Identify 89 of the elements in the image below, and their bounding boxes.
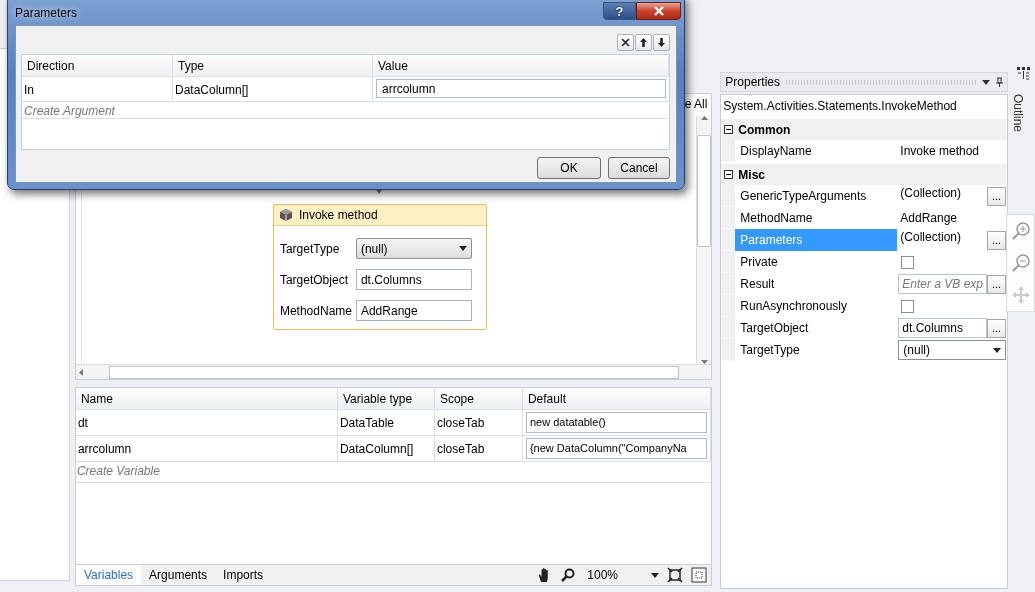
cancel-button[interactable]: Cancel: [608, 157, 670, 179]
category-header: Misc: [738, 167, 765, 182]
caret-icon: [993, 347, 1002, 353]
ellipsis-button[interactable]: ...: [987, 318, 1007, 338]
toolbar-link[interactable]: e All: [684, 97, 708, 111]
column-header: Default: [522, 388, 712, 410]
zoom-out-icon[interactable]: [1010, 253, 1031, 273]
activity-title: Invoke method: [298, 208, 378, 222]
property-name[interactable]: GenericTypeArguments: [735, 185, 898, 207]
caret-icon: [458, 246, 467, 251]
table-cell: DataColumn[]: [173, 77, 373, 101]
panel-title: Properties: [725, 75, 780, 89]
field-label: TargetType: [279, 241, 341, 256]
horizontal-scrollbar[interactable]: [75, 364, 712, 379]
text-field[interactable]: dt.Columns: [898, 318, 988, 338]
property-name[interactable]: Result: [735, 273, 898, 295]
collapse-icon[interactable]: [724, 125, 734, 134]
column-header: Variable type: [337, 388, 435, 410]
create-variable-link[interactable]: Create Variable: [75, 462, 712, 483]
property-value: Invoke method: [899, 144, 981, 158]
dropdown[interactable]: (null): [898, 340, 1007, 360]
table-cell: closeTab: [434, 410, 523, 436]
property-name[interactable]: MethodName: [735, 207, 898, 229]
ellipsis-button[interactable]: ...: [987, 274, 1007, 294]
default-field[interactable]: {new DataColumn("CompanyNa: [525, 438, 708, 459]
property-name[interactable]: TargetObject: [735, 317, 898, 339]
table-cell: In: [22, 77, 173, 101]
dropdown[interactable]: (null): [355, 238, 472, 259]
table-cell: arrcolumn: [75, 436, 338, 462]
ok-button[interactable]: OK: [537, 157, 601, 179]
property-value: (Collection): [899, 229, 962, 244]
table-cell: DataTable: [337, 410, 435, 436]
default-field[interactable]: new datatable(): [525, 412, 708, 433]
column-header: Direction: [22, 55, 173, 77]
down-arrow-icon: [700, 360, 708, 364]
move-up-button[interactable]: [635, 34, 652, 51]
property-value: (Collection): [899, 185, 962, 200]
column-header: Name: [75, 388, 338, 410]
tab[interactable]: Variables: [75, 565, 142, 585]
text-field[interactable]: AddRange: [355, 300, 472, 321]
close-button[interactable]: [636, 2, 681, 20]
zoom-level[interactable]: 100%: [583, 568, 644, 582]
expression-field[interactable]: Enter a VB exp: [898, 274, 988, 294]
column-header: Type: [173, 55, 373, 77]
close-icon: [620, 37, 631, 48]
delete-button[interactable]: [617, 34, 634, 51]
text-field[interactable]: dt.Columns: [355, 269, 472, 290]
window-title: Parameters: [15, 6, 78, 20]
down-arrow-icon: [657, 37, 666, 48]
caret-icon[interactable]: [651, 572, 660, 578]
help-button[interactable]: ?: [603, 2, 636, 20]
checkbox[interactable]: [901, 299, 915, 313]
column-header: Value: [373, 55, 669, 77]
property-name[interactable]: Private: [735, 251, 898, 273]
move-down-button[interactable]: [653, 34, 670, 51]
left-arrow-icon: [78, 368, 83, 376]
caret-icon[interactable]: [982, 79, 991, 85]
magnifier-icon[interactable]: [561, 568, 576, 582]
property-name[interactable]: TargetType: [735, 339, 898, 361]
checkbox[interactable]: [901, 255, 915, 269]
value-field[interactable]: arrcolumn: [376, 79, 666, 98]
vertical-scrollbar[interactable]: [696, 116, 712, 364]
outline-icon[interactable]: [1016, 66, 1031, 80]
pin-icon[interactable]: [996, 77, 1004, 87]
type-name: System.Activities.Statements.InvokeMethod: [722, 98, 958, 115]
table-cell: closeTab: [434, 436, 523, 462]
property-value: AddRange: [899, 211, 959, 225]
outline-tab[interactable]: Outline: [1011, 94, 1026, 132]
create-argument-link[interactable]: Create Argument: [22, 102, 669, 119]
up-arrow-icon: [700, 116, 708, 120]
collapse-icon[interactable]: [724, 170, 734, 179]
property-name[interactable]: RunAsynchronously: [735, 295, 898, 317]
zoom-in-icon[interactable]: [1010, 221, 1031, 241]
field-label: MethodName: [279, 303, 353, 318]
column-header: Scope: [434, 388, 523, 410]
fit-to-screen-icon[interactable]: [667, 567, 684, 583]
table-cell: DataColumn[]: [337, 436, 435, 462]
tab[interactable]: Imports: [215, 565, 272, 585]
overview-icon[interactable]: [691, 567, 708, 583]
field-label: TargetObject: [279, 272, 349, 287]
table-cell: dt: [75, 410, 338, 436]
category-header: Common: [738, 122, 791, 137]
ellipsis-button[interactable]: ...: [987, 186, 1007, 206]
property-name[interactable]: DisplayName: [735, 140, 898, 162]
tab[interactable]: Arguments: [141, 565, 216, 585]
cube-icon: [278, 208, 293, 222]
up-arrow-icon: [639, 37, 648, 48]
ellipsis-button[interactable]: ...: [987, 230, 1007, 250]
close-icon: [652, 6, 665, 16]
